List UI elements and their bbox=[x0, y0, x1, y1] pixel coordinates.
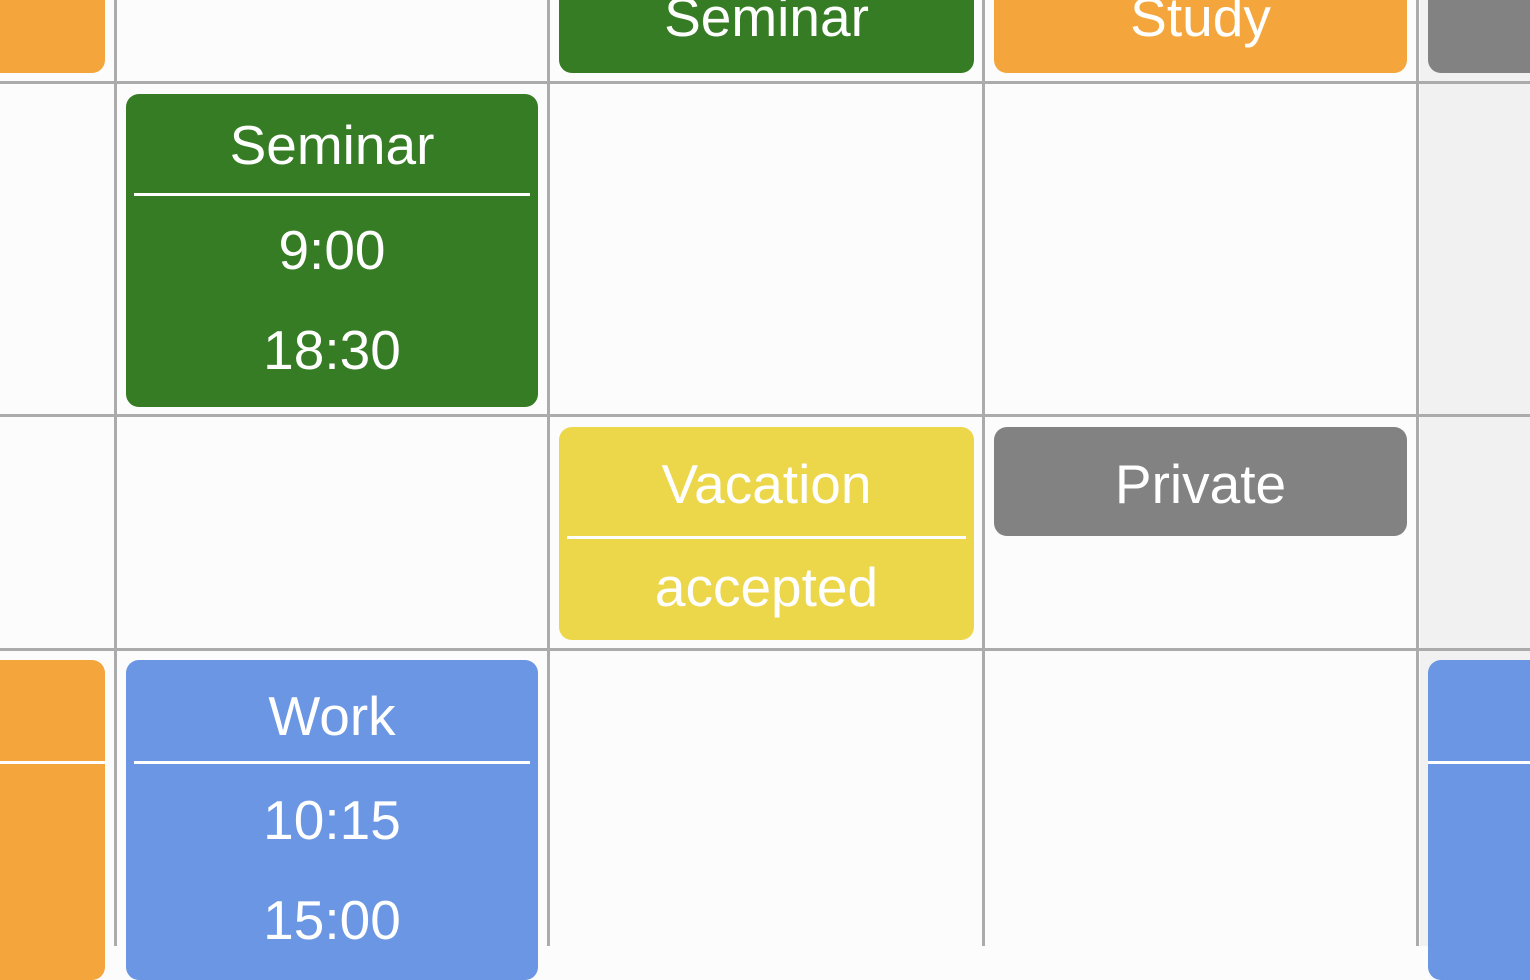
event-start-time: 10:15 bbox=[263, 789, 401, 851]
grid-divider bbox=[1416, 0, 1419, 946]
event-separator bbox=[1428, 761, 1530, 764]
grid-divider bbox=[547, 0, 550, 946]
event-title: Private bbox=[1114, 453, 1287, 515]
event-work-partial[interactable] bbox=[1428, 660, 1530, 980]
event-separator bbox=[134, 761, 530, 764]
event-vacation[interactable]: Vacation accepted bbox=[559, 427, 974, 640]
event-title: Seminar bbox=[229, 114, 435, 176]
event-study-partial[interactable] bbox=[0, 660, 105, 980]
event-study[interactable]: Study bbox=[994, 0, 1407, 73]
event-seminar[interactable]: Seminar bbox=[559, 0, 974, 73]
event-private-partial[interactable] bbox=[1428, 0, 1530, 73]
event-status: accepted bbox=[654, 556, 879, 618]
event-separator bbox=[134, 193, 530, 196]
grid-divider bbox=[0, 81, 1530, 84]
event-end-time: 15:00 bbox=[263, 889, 401, 951]
event-end-time: 18:30 bbox=[263, 319, 401, 381]
event-separator bbox=[0, 761, 105, 764]
grid-divider bbox=[0, 414, 1530, 417]
grid-divider bbox=[982, 0, 985, 946]
event-title: Study bbox=[1130, 0, 1271, 48]
grid-divider bbox=[0, 648, 1530, 651]
event-start-time: 9:00 bbox=[278, 219, 386, 281]
event-seminar[interactable]: Seminar 9:00 18:30 bbox=[126, 94, 538, 407]
event-title: Work bbox=[268, 685, 396, 747]
event-study-partial[interactable] bbox=[0, 0, 105, 73]
event-title: Seminar bbox=[664, 0, 869, 48]
event-private[interactable]: Private bbox=[994, 427, 1407, 536]
event-separator bbox=[567, 536, 966, 539]
event-title: Vacation bbox=[661, 453, 872, 515]
grid-divider bbox=[114, 0, 117, 946]
event-work[interactable]: Work 10:15 15:00 bbox=[126, 660, 538, 980]
